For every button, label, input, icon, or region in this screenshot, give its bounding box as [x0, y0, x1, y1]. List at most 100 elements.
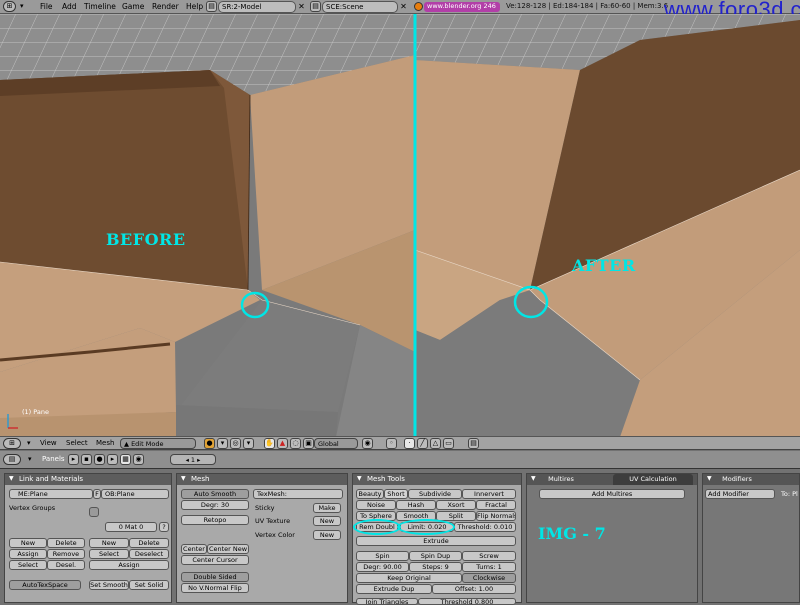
- pivot-icon[interactable]: ◎: [230, 438, 241, 449]
- vg-select-button[interactable]: Select: [9, 560, 47, 570]
- innervert-button[interactable]: Innervert: [462, 489, 516, 499]
- vg-new-button[interactable]: New: [9, 538, 47, 548]
- menu-help[interactable]: Help: [186, 2, 203, 11]
- menu-view[interactable]: View: [40, 439, 57, 447]
- object-name-field[interactable]: OB:Plane: [101, 489, 169, 499]
- face-select-icon[interactable]: △: [430, 438, 441, 449]
- panels-menu[interactable]: Panels: [42, 455, 65, 463]
- translate-icon[interactable]: ▲: [277, 438, 288, 449]
- menu-timeline[interactable]: Timeline: [84, 2, 116, 11]
- window-type-icon[interactable]: ⊞: [3, 1, 16, 12]
- noise-button[interactable]: Noise: [356, 500, 396, 510]
- scene-close-icon[interactable]: ✕: [398, 1, 409, 13]
- set-smooth-button[interactable]: Set Smooth: [89, 580, 129, 590]
- 3d-viewport[interactable]: BEFORE AFTER (1) Pane: [0, 14, 800, 437]
- collapse-icon[interactable]: ▾: [20, 2, 24, 10]
- extrude-dup-button[interactable]: Extrude Dup: [356, 584, 432, 594]
- sticky-make-button[interactable]: Make: [313, 503, 341, 513]
- collapse-icon[interactable]: ▾: [27, 439, 31, 447]
- add-multires-button[interactable]: Add Multires: [539, 489, 685, 499]
- flip-normals-button[interactable]: Flip Normals: [476, 511, 516, 521]
- editor-type-icon[interactable]: ⊞: [3, 438, 21, 449]
- script-icon[interactable]: ▪: [81, 454, 92, 465]
- shading-icon[interactable]: ▾: [217, 438, 228, 449]
- layer-icon[interactable]: ◉: [362, 438, 373, 449]
- material-help-button[interactable]: ?: [159, 522, 169, 532]
- snap-icon[interactable]: ◦: [386, 438, 397, 449]
- vertex-color-new-button[interactable]: New: [313, 530, 341, 540]
- center-button[interactable]: Center: [181, 544, 207, 554]
- xsort-button[interactable]: Xsort: [436, 500, 476, 510]
- offset-field[interactable]: Offset: 1.00: [432, 584, 516, 594]
- shading-panel-icon[interactable]: ●: [94, 454, 105, 465]
- scale-icon[interactable]: ▣: [303, 438, 314, 449]
- panel-title[interactable]: ▼ Mesh: [177, 474, 347, 485]
- fractal-button[interactable]: Fractal: [476, 500, 516, 510]
- pivot-dropdown-icon[interactable]: ▾: [243, 438, 254, 449]
- center-new-button[interactable]: Center New: [207, 544, 249, 554]
- short-toggle[interactable]: Short: [384, 489, 408, 499]
- degr-field[interactable]: Degr: 30: [181, 500, 249, 510]
- panel-title[interactable]: ▼ Link and Materials: [5, 474, 171, 485]
- set-solid-button[interactable]: Set Solid: [129, 580, 169, 590]
- material-index-field[interactable]: 0 Mat 0: [105, 522, 157, 532]
- rotate-icon[interactable]: ◌: [290, 438, 301, 449]
- vg-remove-button[interactable]: Remove: [47, 549, 85, 559]
- scene-browse-icon[interactable]: ▤: [310, 1, 321, 12]
- orientation-select[interactable]: Global: [314, 438, 358, 449]
- autotexspace-button[interactable]: AutoTexSpace: [9, 580, 81, 590]
- panel-title[interactable]: ▼ Mesh Tools: [353, 474, 521, 485]
- spin-dup-button[interactable]: Spin Dup: [409, 551, 462, 561]
- render-icon[interactable]: ▤: [468, 438, 479, 449]
- hand-icon[interactable]: ✋: [264, 438, 275, 449]
- texmesh-field[interactable]: TexMesh:: [253, 489, 343, 499]
- no-v-normal-flip-button[interactable]: No V.Normal Flip: [181, 583, 249, 593]
- hash-button[interactable]: Hash: [396, 500, 436, 510]
- menu-file[interactable]: File: [40, 2, 53, 11]
- steps-field[interactable]: Steps: 9: [409, 562, 462, 572]
- blender-url-link[interactable]: www.blender.org 246: [424, 2, 500, 12]
- mat-assign-button[interactable]: Assign: [89, 560, 169, 570]
- spin-button[interactable]: Spin: [356, 551, 409, 561]
- vg-assign-button[interactable]: Assign: [9, 549, 47, 559]
- draw-type-icon[interactable]: ●: [204, 438, 215, 449]
- double-sided-button[interactable]: Double Sided: [181, 572, 249, 582]
- mat-deselect-button[interactable]: Deselect: [129, 549, 169, 559]
- menu-select[interactable]: Select: [66, 439, 88, 447]
- collapse-icon[interactable]: ▾: [28, 455, 32, 463]
- threshold-field[interactable]: Threshold: 0.010: [454, 522, 516, 532]
- center-cursor-button[interactable]: Center Cursor: [181, 555, 249, 565]
- mat-select-button[interactable]: Select: [89, 549, 129, 559]
- keep-original-toggle[interactable]: Keep Original: [356, 573, 462, 583]
- mat-new-button[interactable]: New: [89, 538, 129, 548]
- fake-user-button[interactable]: F: [93, 489, 101, 499]
- subdivide-button[interactable]: Subdivide: [408, 489, 462, 499]
- mesh-name-field[interactable]: ME:Plane: [9, 489, 93, 499]
- extrude-button[interactable]: Extrude: [356, 536, 516, 546]
- degr-90-field[interactable]: Degr: 90.00: [356, 562, 409, 572]
- retopo-button[interactable]: Retopo: [181, 515, 249, 525]
- screw-button[interactable]: Screw: [462, 551, 516, 561]
- vertex-select-icon[interactable]: ·: [404, 438, 415, 449]
- beauty-toggle[interactable]: Beauty: [356, 489, 384, 499]
- edge-select-icon[interactable]: ╱: [417, 438, 428, 449]
- object-panel-icon[interactable]: ▸: [107, 454, 118, 465]
- mode-select[interactable]: ▲ Edit Mode: [120, 438, 196, 449]
- menu-render[interactable]: Render: [152, 2, 179, 11]
- auto-smooth-button[interactable]: Auto Smooth: [181, 489, 249, 499]
- screen-field[interactable]: SR:2-Model: [218, 1, 296, 13]
- frame-field[interactable]: ◂ 1 ▸: [170, 454, 216, 465]
- clockwise-toggle[interactable]: Clockwise: [462, 573, 516, 583]
- logic-icon[interactable]: ▸: [68, 454, 79, 465]
- mat-delete-button[interactable]: Delete: [129, 538, 169, 548]
- scene-field[interactable]: SCE:Scene: [322, 1, 398, 13]
- menu-game[interactable]: Game: [122, 2, 144, 11]
- editing-panel-icon[interactable]: ▦: [120, 454, 131, 465]
- turns-field[interactable]: Turns: 1: [462, 562, 516, 572]
- vg-deselect-button[interactable]: Desel.: [47, 560, 85, 570]
- menu-add[interactable]: Add: [62, 2, 77, 11]
- vertex-group-toggle[interactable]: [89, 507, 99, 517]
- uv-texture-new-button[interactable]: New: [313, 516, 341, 526]
- occlude-icon[interactable]: ▭: [443, 438, 454, 449]
- vg-delete-button[interactable]: Delete: [47, 538, 85, 548]
